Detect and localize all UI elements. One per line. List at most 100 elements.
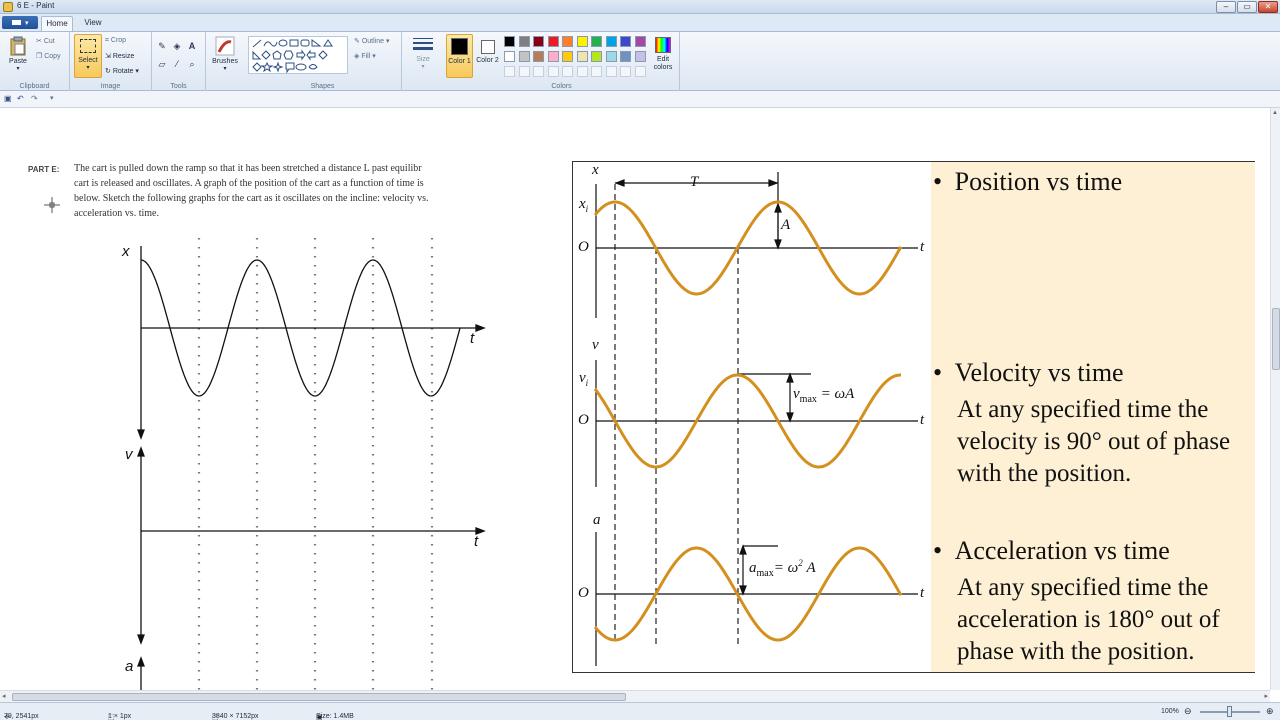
copy-label: Copy <box>44 53 61 60</box>
tab-view[interactable]: View <box>78 16 108 31</box>
color-swatch[interactable] <box>504 51 515 62</box>
text-tool-icon[interactable]: A <box>186 40 198 52</box>
edit-colors-button[interactable]: Edit colors <box>650 34 676 78</box>
color-picker-icon[interactable]: ⁄ <box>171 58 183 70</box>
panel-amax-a: A <box>806 560 816 576</box>
panel-amplitude-label: A <box>781 217 791 233</box>
tools-group-label: Tools <box>170 83 187 90</box>
custom-color-slot[interactable] <box>504 66 515 77</box>
color-swatch[interactable] <box>504 36 515 47</box>
panel-origin-label-1: O <box>578 239 589 255</box>
undo-icon[interactable]: ↶ <box>17 94 24 103</box>
color-swatch[interactable] <box>620 51 631 62</box>
v-axis-label: v <box>125 446 133 463</box>
fill-dropdown[interactable]: ◈ Fill ▾ <box>354 52 376 60</box>
panel-vi-label: vi <box>579 370 588 388</box>
redo-icon[interactable]: ↷ <box>31 94 38 103</box>
custom-color-slot[interactable] <box>591 66 602 77</box>
color-swatch[interactable] <box>605 51 617 62</box>
ribbon: Paste ▾ ✂ Cut ❐ Copy Clipboard Select ▾ … <box>0 31 1280 91</box>
bullet-velocity-text: Velocity vs time <box>954 358 1124 387</box>
color-swatch[interactable] <box>576 36 588 47</box>
custom-color-slot[interactable] <box>518 66 530 77</box>
color-swatch[interactable] <box>591 36 602 47</box>
crop-button[interactable]: ⌗ Crop <box>105 37 126 45</box>
custom-color-slot[interactable] <box>634 66 646 77</box>
shapes-gallery[interactable] <box>248 36 348 74</box>
color-swatch[interactable] <box>591 51 602 62</box>
rotate-button[interactable]: ↻ Rotate ▾ <box>105 67 139 75</box>
custom-color-slot[interactable] <box>576 66 588 77</box>
scroll-right-icon[interactable]: ▸ <box>1264 692 1268 700</box>
scissors-icon: ✂ <box>36 38 44 45</box>
panel-vi-text: v <box>579 370 586 386</box>
color-swatch[interactable] <box>620 36 631 47</box>
pencil-icon[interactable]: ✎ <box>156 40 168 52</box>
brush-icon <box>215 36 235 56</box>
color-swatch[interactable] <box>518 36 530 47</box>
save-icon[interactable]: ▣ <box>4 94 12 103</box>
tools-group: ✎ ◈ A ▱ ⁄ ⌕ Tools <box>152 32 206 91</box>
cut-button[interactable]: ✂ Cut <box>36 37 55 45</box>
minimize-button[interactable]: – <box>1216 1 1236 13</box>
crop-label: Crop <box>110 37 127 44</box>
horizontal-scrollbar[interactable]: ◂ ▸ <box>0 690 1270 702</box>
size-label: Size <box>416 56 430 63</box>
problem-line-3: below. Sketch the following graphs for t… <box>74 193 429 204</box>
scroll-left-icon[interactable]: ◂ <box>2 692 6 700</box>
colors-group-label: Colors <box>551 83 572 90</box>
drawing-canvas[interactable]: PART E: The cart is pulled down the ramp… <box>0 108 1270 690</box>
custom-color-slot[interactable] <box>620 66 631 77</box>
color2-button[interactable]: Color 2 <box>475 34 500 78</box>
brushes-button[interactable]: Brushes ▾ <box>210 36 240 78</box>
select-button[interactable]: Select ▾ <box>74 34 102 78</box>
color-swatch[interactable] <box>547 36 559 47</box>
zoom-out-icon[interactable]: ⊖ <box>1184 706 1192 717</box>
color-spectrum-icon <box>655 37 671 53</box>
panel-t-label-3: t <box>920 585 925 601</box>
panel-xi-text: x <box>579 196 586 212</box>
outline-label: Outline <box>361 38 384 45</box>
color1-button[interactable]: Color 1 <box>446 34 473 78</box>
scroll-up-icon[interactable]: ▲ <box>1272 110 1278 116</box>
color-swatch[interactable] <box>634 36 646 47</box>
fill-bucket-icon[interactable]: ◈ <box>171 40 183 52</box>
tab-home[interactable]: Home <box>41 16 73 31</box>
maximize-button[interactable]: ▭ <box>1237 1 1257 13</box>
bullet-acceleration: • Acceleration vs time <box>933 536 1170 565</box>
horizontal-scroll-thumb[interactable] <box>12 693 626 701</box>
color-swatch[interactable] <box>576 51 588 62</box>
paint-app-icon[interactable] <box>3 2 13 12</box>
custom-color-slot[interactable] <box>605 66 617 77</box>
zoom-in-icon[interactable]: ⊕ <box>1266 706 1274 717</box>
color-swatch[interactable] <box>562 36 573 47</box>
color-swatch[interactable] <box>533 36 544 47</box>
copy-button[interactable]: ❐ Copy <box>36 52 61 60</box>
paste-button[interactable]: Paste ▾ <box>4 36 32 76</box>
resize-button[interactable]: ⇲ Resize <box>105 52 134 60</box>
worksheet-graphs <box>137 238 486 690</box>
zoom-slider-thumb[interactable] <box>1227 706 1232 717</box>
paint-menu-button[interactable]: ▾ <box>2 16 38 29</box>
color-swatch[interactable] <box>533 51 544 62</box>
custom-color-slot[interactable] <box>533 66 544 77</box>
custom-color-slot[interactable] <box>547 66 559 77</box>
magnifier-icon[interactable]: ⌕ <box>186 58 198 70</box>
color-swatch[interactable] <box>547 51 559 62</box>
color-swatch[interactable] <box>518 51 530 62</box>
vertical-scrollbar[interactable]: ▲ <box>1270 108 1280 690</box>
size-button[interactable]: Size ▾ <box>408 36 438 78</box>
customize-qat-icon[interactable]: ▾ <box>50 94 54 102</box>
close-button[interactable]: ✕ <box>1258 1 1278 13</box>
color-swatch[interactable] <box>605 36 617 47</box>
vertical-scroll-thumb[interactable] <box>1272 308 1280 370</box>
problem-line-1: The cart is pulled down the ramp so that… <box>74 163 422 174</box>
t-axis-label-2: t <box>474 533 479 550</box>
color-swatch[interactable] <box>562 51 573 62</box>
custom-color-slot[interactable] <box>562 66 573 77</box>
eraser-icon[interactable]: ▱ <box>156 58 168 70</box>
outline-dropdown[interactable]: ✎ Outline ▾ <box>354 37 389 45</box>
cursor-position-text: 79, 2541px <box>4 713 39 720</box>
color-swatch[interactable] <box>634 51 646 62</box>
textbook-graphs <box>593 172 918 666</box>
